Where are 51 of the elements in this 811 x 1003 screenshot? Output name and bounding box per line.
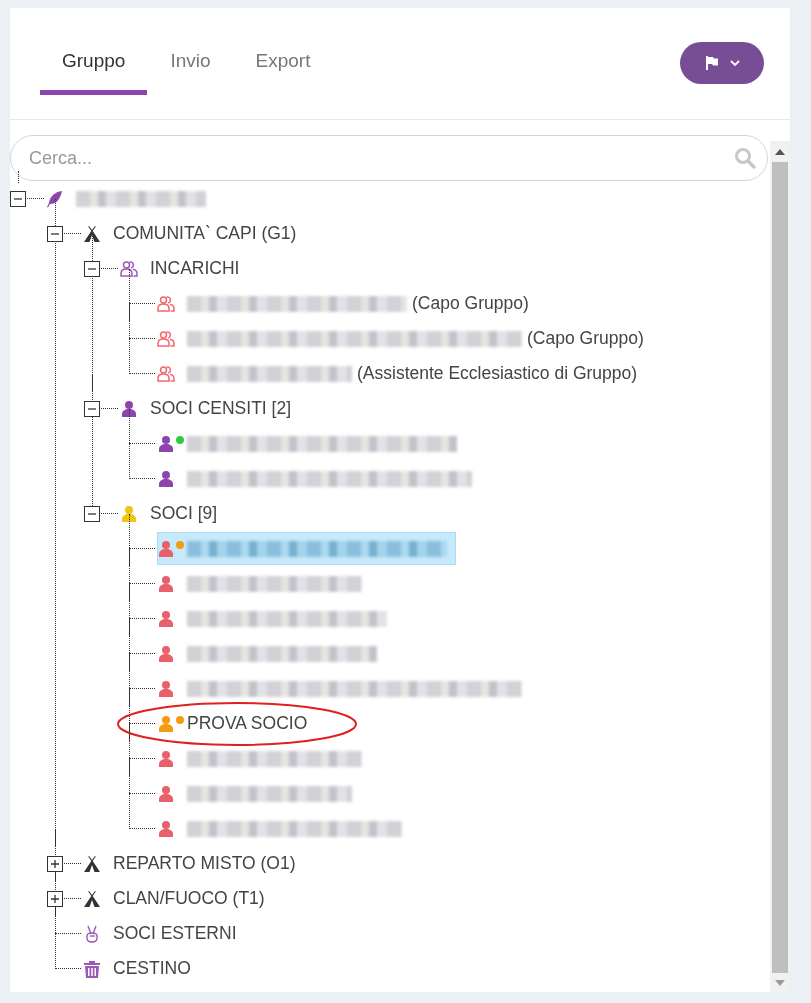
tree-item-label[interactable]: CLAN/FUOCO (T1): [113, 888, 265, 909]
people-outline-icon: [157, 294, 175, 313]
scrollbar[interactable]: [770, 141, 790, 992]
tree-item-label[interactable]: SOCI CENSITI [2]: [150, 398, 291, 419]
tree-item-label[interactable]: SOCI ESTERNI: [113, 923, 237, 944]
expand-toggle[interactable]: [47, 890, 63, 907]
scroll-up-icon[interactable]: [775, 149, 785, 155]
tree-item-label[interactable]: (Capo Gruppo): [527, 328, 644, 349]
collapse-toggle[interactable]: [10, 190, 26, 207]
expand-toggle[interactable]: [47, 855, 63, 872]
scrollbar-thumb[interactable]: [772, 162, 788, 973]
caret-icon: [730, 59, 740, 67]
people-outline-icon: [157, 364, 175, 383]
person-icon: [157, 749, 175, 768]
person-icon: [157, 434, 175, 453]
tree-item-label[interactable]: CESTINO: [113, 958, 191, 979]
person-icon: [157, 644, 175, 663]
collapse-toggle[interactable]: [84, 260, 100, 277]
tree-item-label[interactable]: (Capo Gruppo): [412, 293, 529, 314]
collapse-toggle[interactable]: [84, 505, 100, 522]
person-icon: [120, 399, 138, 418]
search-field[interactable]: Cerca...: [10, 135, 768, 181]
person-icon: [157, 469, 175, 488]
person-icon: [157, 609, 175, 628]
tree-item-label[interactable]: REPARTO MISTO (O1): [113, 853, 296, 874]
person-icon: [157, 574, 175, 593]
tab[interactable]: Export: [233, 40, 333, 95]
tree-item-label[interactable]: COMUNITA` CAPI (G1): [113, 223, 297, 244]
tree-item-label[interactable]: (Assistente Ecclesiastico di Gruppo): [357, 363, 638, 384]
tent-icon: [83, 889, 101, 908]
trash-icon: [83, 959, 101, 978]
feather-icon: [46, 189, 64, 208]
person-icon: [157, 539, 175, 558]
person-icon: [120, 504, 138, 523]
flag-menu-button[interactable]: [680, 42, 764, 84]
tree-item-label[interactable]: INCARICHI: [150, 258, 240, 279]
collapse-toggle[interactable]: [47, 225, 63, 242]
people-outline-icon: [120, 259, 138, 278]
search-icon: [734, 147, 756, 169]
tent-icon: [83, 224, 101, 243]
person-icon: [157, 714, 175, 733]
tab[interactable]: Invio: [148, 40, 233, 95]
people-outline-icon: [157, 329, 175, 348]
flag-icon: [704, 55, 720, 71]
person-icon: [157, 819, 175, 838]
tree-item-label[interactable]: SOCI [9]: [150, 503, 218, 524]
tab[interactable]: Gruppo: [40, 40, 148, 95]
tent-icon: [83, 854, 101, 873]
person-icon: [157, 784, 175, 803]
person-icon: [157, 679, 175, 698]
collapse-toggle[interactable]: [84, 400, 100, 417]
